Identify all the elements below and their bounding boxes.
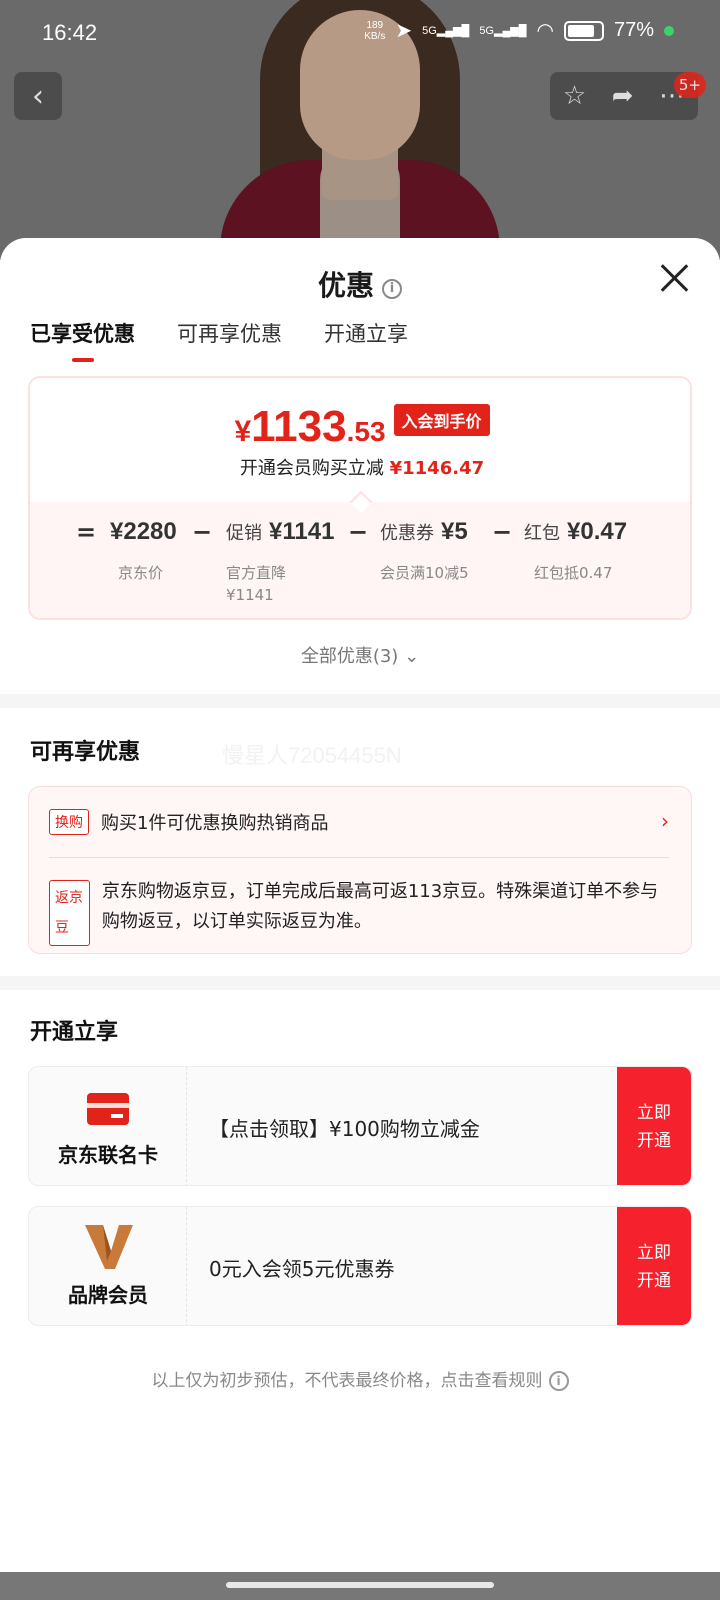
info-icon[interactable]: i: [382, 279, 402, 299]
member-price-tag: 入会到手价: [393, 404, 490, 436]
coupon-item: 优惠券 ¥5: [380, 518, 468, 546]
network-speed-unit: KB/s: [364, 30, 386, 42]
cobrand-card-brand: 京东联名卡: [29, 1067, 187, 1185]
gesture-bar: [0, 1572, 720, 1600]
minus-sign: −: [348, 518, 369, 546]
cobrand-card-open-button[interactable]: 立即开通: [617, 1067, 691, 1185]
battery-icon: [563, 20, 604, 41]
brand-member-brand: 品牌会员: [29, 1207, 187, 1325]
trade-in-text: 购买1件可优惠换购热销商品: [101, 813, 329, 834]
tab-more-deals[interactable]: 可再享优惠: [177, 318, 282, 362]
jd-price-item: ¥2280: [110, 518, 177, 546]
cobrand-card-name: 京东联名卡: [58, 1143, 158, 1167]
cobrand-card-offer: 京东联名卡 【点击领取】¥100购物立减金 立即开通: [28, 1066, 692, 1186]
price-decimal: .53: [346, 416, 386, 447]
tab-open-membership[interactable]: 开通立享: [324, 318, 408, 362]
price-formula: = ¥2280 − 促销 ¥1141 − 优惠券 ¥5 − 红包 ¥0.47 京…: [30, 518, 690, 608]
more-deals-heading: 可再享优惠: [30, 740, 141, 765]
price-currency: ¥: [234, 415, 252, 448]
price-breakdown: = ¥2280 − 促销 ¥1141 − 优惠券 ¥5 − 红包 ¥0.47 京…: [30, 502, 690, 618]
more-deals-card: 换购 购买1件可优惠换购热销商品 › 返京豆 京东购物返京豆，订单完成后最高可返…: [28, 786, 692, 954]
discount-sheet: 优惠 i 已享受优惠 可再享优惠 开通立享 ¥1133.53 入会到手价 开通会员购…: [0, 238, 720, 1600]
coupon-caption: 会员满10减5: [380, 564, 469, 582]
price-card-top: ¥1133.53 入会到手价 开通会员购买立减 ¥1146.47: [30, 378, 690, 502]
status-bar: 16:42 189 KB/s ➤ 5G▂▄▆█ 5G▂▄▆█ ◠ 77%: [0, 0, 720, 66]
jd-price-caption: 京东价: [118, 564, 164, 582]
home-indicator[interactable]: [226, 1582, 494, 1588]
all-deals-toggle[interactable]: 全部优惠(3) ⌄: [0, 642, 720, 668]
brand-member-name: 品牌会员: [68, 1283, 148, 1307]
info-icon: i: [548, 1371, 569, 1391]
brand-member-open-label: 立即开通: [637, 1243, 671, 1291]
chevron-left-icon: ‹: [32, 78, 44, 114]
rules-link[interactable]: 以上仅为初步预估，不代表最终价格，点击查看规则 i: [0, 1366, 720, 1391]
privacy-indicator-dot: [664, 25, 674, 36]
chevron-right-icon: ›: [661, 809, 669, 833]
cobrand-card-open-label: 立即开通: [637, 1103, 671, 1151]
location-icon: ➤: [395, 20, 413, 42]
wifi-icon: ◠: [536, 20, 554, 42]
redpacket-label: 红包: [524, 523, 560, 544]
watermark: 慢星人72054455N: [222, 743, 402, 768]
coupon-label: 优惠券: [380, 523, 434, 544]
price-integer: 1133: [251, 402, 347, 451]
promo-caption: 官方直降 ¥1141: [226, 562, 286, 606]
redpacket-caption: 红包抵0.47: [534, 564, 613, 582]
promo-item: 促销 ¥1141: [226, 518, 334, 546]
disclaimer-text: 以上仅为初步预估，不代表最终价格，点击查看规则: [151, 1371, 543, 1391]
battery-percent: 77%: [613, 19, 654, 41]
minus-sign: −: [192, 518, 213, 546]
signal-label-2: 5G: [479, 25, 494, 37]
promo-caption-line1: 官方直降: [226, 564, 287, 582]
promo-label: 促销: [226, 523, 262, 544]
status-icons: 189 KB/s ➤ 5G▂▄▆█ 5G▂▄▆█ ◠ 77%: [364, 18, 674, 43]
section-divider: [0, 976, 720, 990]
coupon-amount: ¥5: [441, 518, 468, 545]
brand-member-offer: 品牌会员 0元入会领5元优惠券 立即开通: [28, 1206, 692, 1326]
trade-in-row[interactable]: 换购 购买1件可优惠换购热销商品 ›: [49, 809, 669, 835]
network-speed: 189 KB/s: [364, 20, 385, 42]
minus-sign: −: [492, 518, 513, 546]
brand-member-open-button[interactable]: 立即开通: [617, 1207, 691, 1325]
equals-sign: =: [76, 518, 97, 546]
open-membership-heading: 开通立享: [30, 1020, 119, 1045]
share-icon[interactable]: ➦: [612, 81, 634, 111]
tab-enjoyed[interactable]: 已享受优惠: [30, 318, 135, 362]
status-time: 16:42: [42, 20, 98, 45]
jd-beans-chip: 返京豆: [49, 880, 90, 946]
tab-bar: 已享受优惠 可再享优惠 开通立享: [30, 318, 408, 362]
section-divider: [0, 694, 720, 708]
star-icon[interactable]: ☆: [563, 81, 586, 111]
network-speed-value: 189: [366, 19, 384, 31]
row-divider: [49, 857, 669, 858]
all-deals-label: 全部优惠(3): [300, 646, 399, 667]
saving-line: 开通会员购买立减 ¥1146.47: [30, 454, 690, 480]
brand-member-text: 0元入会领5元优惠券: [209, 1256, 395, 1281]
final-price: ¥1133.53 入会到手价: [30, 402, 690, 452]
saving-text: 开通会员购买立减: [239, 458, 384, 479]
sheet-title: 优惠 i: [0, 264, 720, 304]
trade-in-chip: 换购: [49, 809, 89, 835]
jd-price-amount: ¥2280: [110, 518, 177, 545]
signal-label-1: 5G: [422, 25, 437, 37]
credit-card-icon: [87, 1093, 129, 1125]
sheet-title-text: 优惠: [317, 269, 374, 302]
message-badge: 5+: [673, 72, 706, 98]
price-card: ¥1133.53 入会到手价 开通会员购买立减 ¥1146.47 = ¥2280 …: [28, 376, 692, 620]
redpacket-item: 红包 ¥0.47: [524, 518, 627, 546]
cobrand-card-text: 【点击领取】¥100购物立减金: [209, 1116, 480, 1141]
jd-beans-text: 京东购物返京豆，订单完成后最高可返113京豆。特殊渠道订单不参与购物返豆，以订单…: [101, 881, 659, 932]
signal-icon-2: 5G▂▄▆█: [479, 25, 527, 37]
brand-v-logo-icon: [85, 1225, 133, 1269]
jd-beans-row: 返京豆 京东购物返京豆，订单完成后最高可返113京豆。特殊渠道订单不参与购物返豆…: [49, 877, 669, 946]
chevron-down-icon: ⌄: [404, 646, 420, 667]
promo-amount: ¥1141: [269, 518, 335, 545]
promo-caption-line2: ¥1141: [226, 586, 274, 604]
close-icon[interactable]: [654, 258, 694, 298]
redpacket-amount: ¥0.47: [567, 518, 628, 545]
back-button[interactable]: ‹: [14, 72, 62, 120]
signal-icon-1: 5G▂▄▆█: [422, 25, 470, 37]
saving-amount: ¥1146.47: [389, 458, 485, 479]
